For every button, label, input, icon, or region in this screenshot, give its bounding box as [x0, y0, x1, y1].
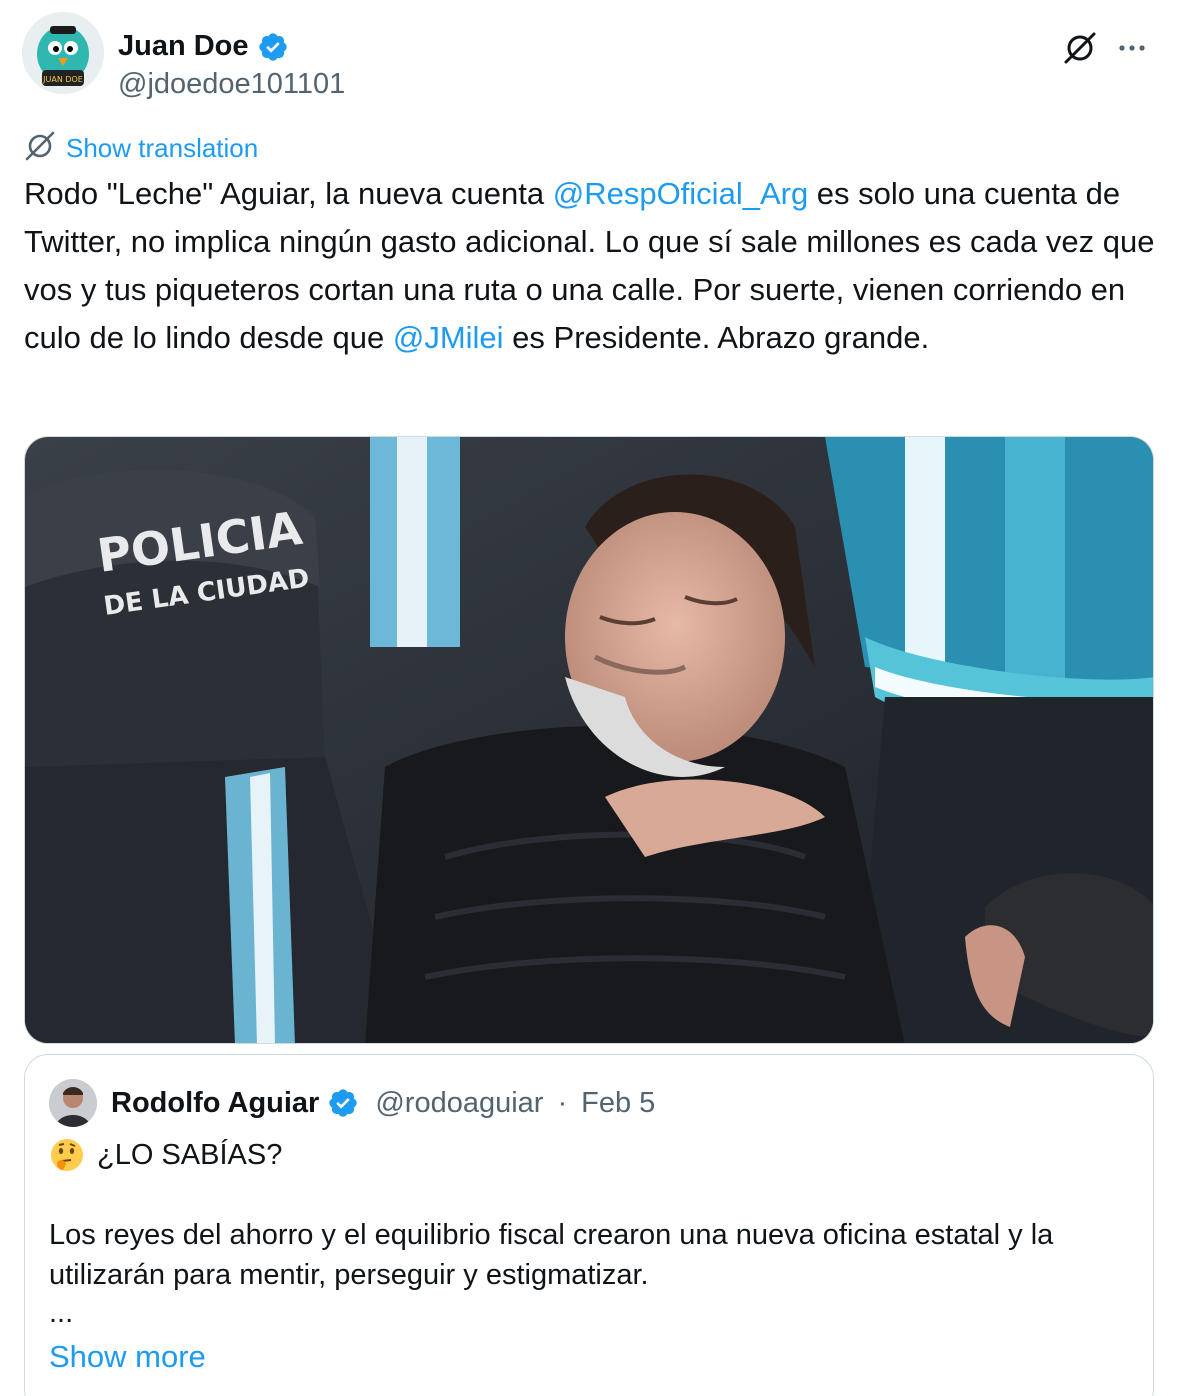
tweet-text-part: es Presidente. Abrazo grande.: [503, 320, 930, 355]
verified-badge-icon: [257, 31, 289, 63]
quoted-tweet-card[interactable]: Rodolfo Aguiar @rodoaguiar · Feb 5 ¿LO S…: [24, 1054, 1154, 1396]
quoted-author-name[interactable]: Rodolfo Aguiar: [111, 1087, 319, 1120]
author-display-name[interactable]: Juan Doe: [118, 30, 249, 63]
author-handle[interactable]: @jdoedoe101101: [118, 68, 345, 101]
separator-dot: ·: [557, 1086, 568, 1119]
grok-icon[interactable]: [1060, 28, 1100, 68]
quoted-tweet-header: Rodolfo Aguiar @rodoaguiar · Feb 5: [49, 1079, 655, 1127]
quoted-tweet-heading: ¿LO SABÍAS?: [49, 1137, 282, 1173]
svg-text:JUAN DOE: JUAN DOE: [42, 75, 83, 84]
author-avatar[interactable]: JUAN DOE: [22, 12, 104, 94]
quoted-tweet-body: Los reyes del ahorro y el equilibrio fis…: [49, 1219, 1054, 1291]
thinking-face-icon: [49, 1137, 85, 1173]
verified-badge-icon: [327, 1087, 359, 1119]
tweet-text: Rodo "Leche" Aguiar, la nueva cuenta @Re…: [24, 170, 1164, 362]
quoted-tweet-date[interactable]: Feb 5: [581, 1087, 655, 1120]
more-options-icon[interactable]: [1112, 28, 1152, 68]
translate-icon: [24, 130, 56, 167]
tweet-text-part: Rodo "Leche" Aguiar, la nueva cuenta: [24, 176, 553, 211]
quoted-author-avatar[interactable]: [49, 1079, 97, 1127]
show-translation-label: Show translation: [66, 133, 259, 163]
quoted-author-handle[interactable]: @rodoaguiar: [375, 1087, 543, 1120]
tweet-media-image[interactable]: POLICIA DE LA CIUDAD: [24, 436, 1154, 1044]
mention-link[interactable]: @JMilei: [393, 320, 504, 355]
media-photo: POLICIA DE LA CIUDAD: [25, 437, 1153, 1043]
author-name-row[interactable]: Juan Doe: [118, 30, 289, 63]
mention-link[interactable]: @RespOficial_Arg: [553, 176, 808, 211]
show-more-link[interactable]: Show more: [49, 1339, 206, 1375]
quoted-tweet-heading-text: ¿LO SABÍAS?: [97, 1138, 283, 1171]
avatar-image: JUAN DOE: [22, 12, 104, 94]
tweet-header: JUAN DOE Juan Doe @jdoedoe101101: [22, 12, 1172, 102]
quoted-tweet-ellipsis: ...: [49, 1297, 74, 1329]
show-translation-button[interactable]: Show translation: [24, 130, 258, 167]
